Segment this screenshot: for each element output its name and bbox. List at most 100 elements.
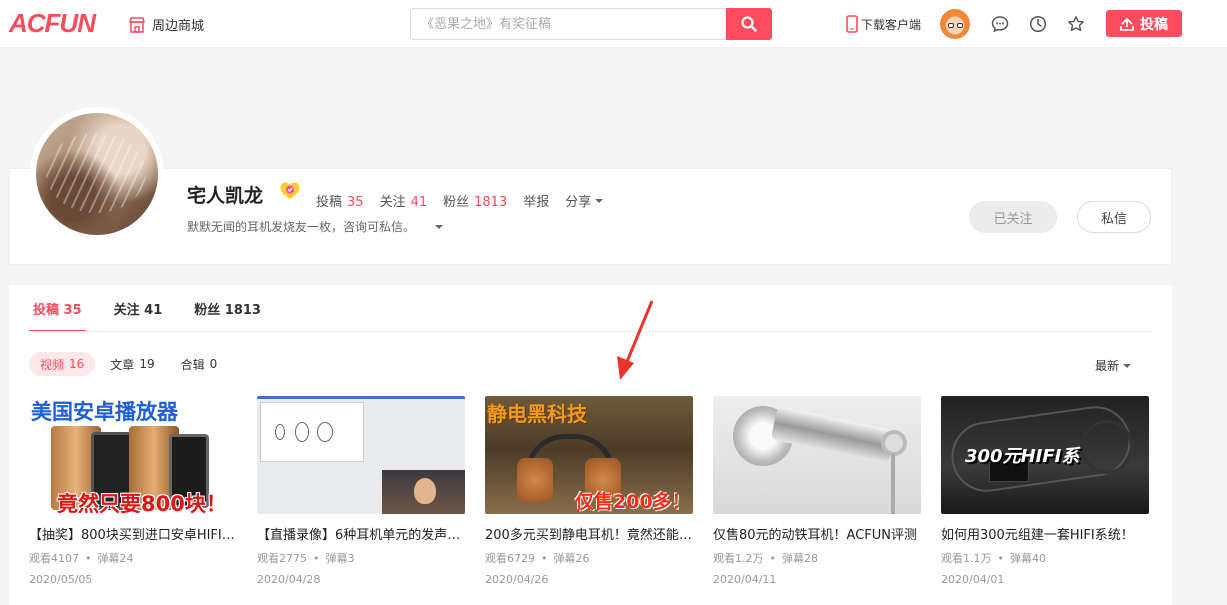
meta-separator: •: [769, 551, 777, 565]
share-label: 分享: [565, 195, 592, 210]
shop-link[interactable]: 周边商城: [128, 15, 204, 34]
bio-text: 默默无闻的耳机发烧友一枚，咨询可私信。: [187, 220, 416, 234]
view-count: 观看1.1万: [941, 552, 992, 565]
video-thumbnail[interactable]: [713, 396, 921, 514]
private-message-button[interactable]: 私信: [1077, 201, 1151, 233]
video-thumbnail[interactable]: 300元HIFI系: [941, 396, 1149, 514]
thumbnail-top-caption: 静电黑科技: [487, 402, 587, 426]
video-title[interactable]: 如何用300元组建一套HIFI系统！: [941, 524, 1149, 543]
profile-tabs: 投稿 35 关注 41 粉丝 1813: [29, 295, 289, 332]
video-card[interactable]: 【直播录像】6种耳机单元的发声原理 观看2775 • 弹幕3 2020/04/28: [257, 396, 465, 586]
danmu-count: 弹幕40: [1010, 552, 1046, 565]
upload-icon: [1120, 17, 1134, 31]
stat-value: 41: [410, 195, 428, 210]
meta-separator: •: [85, 551, 92, 565]
search-button[interactable]: [726, 8, 772, 40]
tab-uploads[interactable]: 投稿 35: [29, 295, 86, 332]
subtab-count: 0: [209, 357, 218, 371]
profile-bio: 默默无闻的耳机发烧友一枚，咨询可私信。: [187, 218, 444, 235]
video-title[interactable]: 仅售80元的动铁耳机！ACFUN评测: [713, 524, 921, 543]
subtab-label: 合辑: [180, 357, 205, 372]
share-dropdown[interactable]: 分享: [565, 191, 604, 210]
chevron-down-icon: [595, 198, 604, 203]
danmu-count: 弹幕24: [97, 552, 134, 565]
stat-uploads[interactable]: 投稿 35: [316, 191, 364, 210]
download-client-link[interactable]: 下载客户端: [846, 15, 921, 33]
search-icon: [741, 16, 757, 32]
video-date: 2020/05/05: [29, 573, 93, 586]
stat-following[interactable]: 关注 41: [380, 191, 428, 210]
annotation-arrow-icon: [617, 300, 654, 380]
verified-badge-icon: [280, 182, 300, 199]
subtab-count: 19: [139, 357, 155, 371]
shop-label: 周边商城: [152, 19, 205, 34]
upload-button[interactable]: 投稿: [1106, 10, 1182, 37]
video-meta: 观看1.2万 • 弹幕28: [713, 550, 921, 566]
profile-username: 宅人凯龙: [187, 185, 264, 207]
video-thumbnail[interactable]: 静电黑科技 仅售200多！: [485, 396, 693, 514]
video-thumbnail[interactable]: [257, 396, 465, 514]
stat-label: 关注: [379, 195, 406, 210]
report-link[interactable]: 举报: [523, 191, 549, 210]
video-title[interactable]: 【抽奖】800块买到进口安卓HIFI播放器: [29, 524, 237, 543]
video-date: 2020/04/01: [941, 573, 1005, 586]
avatar-eye-left: [948, 23, 954, 28]
stat-label: 粉丝: [443, 195, 470, 210]
profile-stats: 投稿 35 关注 41 粉丝 1813 举报 分享: [316, 191, 604, 210]
video-date: 2020/04/26: [485, 573, 549, 586]
video-card[interactable]: 300元HIFI系 如何用300元组建一套HIFI系统！ 观看1.1万 • 弹幕40…: [941, 396, 1149, 586]
meta-separator: •: [541, 551, 548, 565]
video-card[interactable]: 静电黑科技 仅售200多！ 200多元买到静电耳机！竟然还能这样 观看6729 •…: [485, 396, 693, 586]
view-count: 观看4107: [29, 552, 79, 565]
subtab-article[interactable]: 文章 19: [99, 352, 165, 376]
logo-text: ACFUN: [9, 7, 96, 38]
avatar-eye-right: [957, 23, 963, 28]
phone-icon: [846, 15, 858, 33]
video-meta: 观看6729 • 弹幕26: [485, 550, 693, 566]
sort-label: 最新: [1095, 359, 1120, 373]
subtab-video[interactable]: 视频 16: [29, 352, 96, 376]
video-card[interactable]: 美国安卓播放器 竟然只要800块！ 【抽奖】800块买到进口安卓HIFI播放器 …: [29, 396, 237, 586]
video-card[interactable]: 仅售80元的动铁耳机！ACFUN评测 观看1.2万 • 弹幕28 2020/04/1…: [713, 396, 921, 586]
danmu-count: 弹幕3: [325, 552, 355, 565]
search-bar: [410, 8, 772, 40]
video-meta: 观看4107 • 弹幕24: [29, 550, 237, 566]
download-label: 下载客户端: [861, 17, 922, 32]
thumbnail-top-caption: 美国安卓播放器: [31, 400, 178, 424]
video-meta: 观看2775 • 弹幕3: [257, 550, 465, 566]
video-meta: 观看1.1万 • 弹幕40: [941, 550, 1149, 566]
tab-following[interactable]: 关注 41: [110, 295, 167, 332]
video-date: 2020/04/28: [257, 573, 321, 586]
video-date: 2020/04/11: [713, 573, 777, 586]
thumbnail-bottom-caption: 竟然只要800块！: [57, 492, 227, 514]
profile-avatar-image: [36, 113, 158, 235]
stat-fans[interactable]: 粉丝 1813: [443, 191, 507, 210]
meta-separator: •: [997, 551, 1005, 565]
tab-fans[interactable]: 粉丝 1813: [190, 295, 265, 332]
favorite-star-icon[interactable]: [1066, 14, 1086, 34]
search-input[interactable]: [410, 8, 726, 40]
content-type-filter: 视频 16 文章 19 合辑 0: [29, 352, 232, 376]
video-thumbnail[interactable]: 美国安卓播放器 竟然只要800块！: [29, 396, 237, 514]
view-count: 观看6729: [485, 552, 535, 565]
sort-dropdown[interactable]: 最新: [1095, 357, 1132, 374]
danmu-count: 弹幕28: [782, 552, 818, 565]
stat-value: 1813: [474, 195, 508, 210]
user-avatar[interactable]: [940, 9, 970, 39]
profile-avatar[interactable]: [30, 107, 164, 241]
subtab-count: 16: [69, 357, 85, 371]
chevron-down-icon: [1123, 363, 1132, 368]
acfun-logo[interactable]: ACFUN: [9, 7, 96, 38]
history-icon[interactable]: [1028, 14, 1048, 34]
expand-bio-chevron-icon[interactable]: [435, 224, 444, 229]
subtab-label: 视频: [40, 357, 65, 372]
upload-label: 投稿: [1140, 16, 1168, 33]
message-icon[interactable]: [990, 14, 1010, 34]
danmu-count: 弹幕26: [553, 552, 590, 565]
video-title[interactable]: 200多元买到静电耳机！竟然还能这样: [485, 524, 693, 543]
video-title[interactable]: 【直播录像】6种耳机单元的发声原理: [257, 524, 465, 543]
meta-separator: •: [313, 551, 320, 565]
followed-button[interactable]: 已关注: [969, 201, 1057, 233]
stat-label: 投稿: [316, 195, 343, 210]
subtab-collection[interactable]: 合辑 0: [170, 352, 229, 376]
